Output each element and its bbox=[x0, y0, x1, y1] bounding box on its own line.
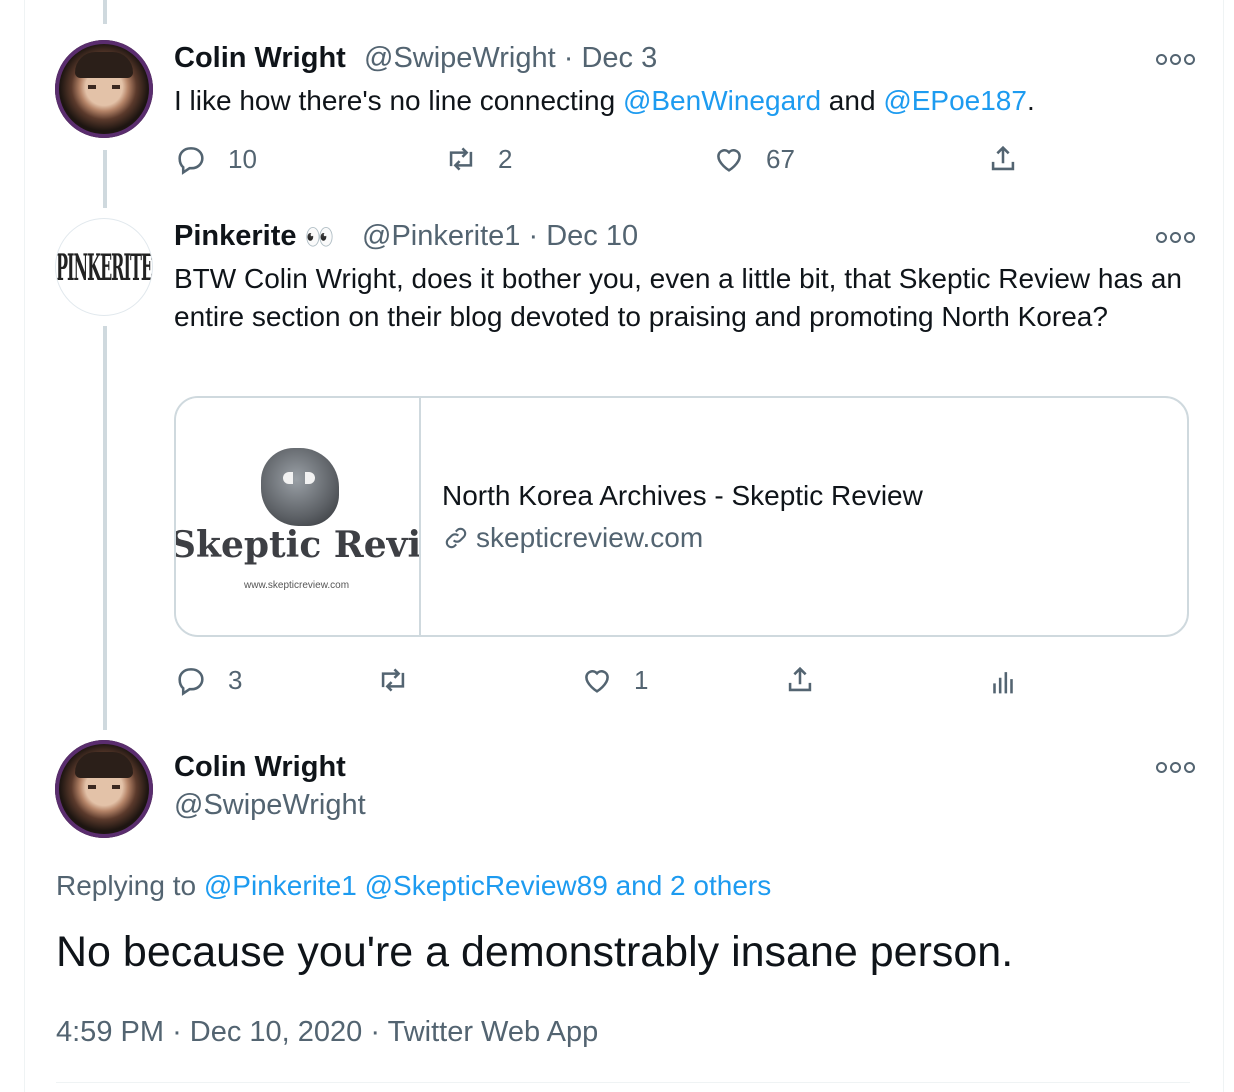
replying-to: Replying to @Pinkerite1 @SkepticReview89… bbox=[56, 870, 771, 902]
tweet1-separator: · bbox=[563, 42, 574, 74]
thread-line-top bbox=[103, 0, 107, 24]
tweet1-handle[interactable]: @SwipeWright · Dec 3 bbox=[364, 42, 657, 75]
tweet2-name-text[interactable]: Pinkerite bbox=[174, 220, 297, 252]
retweet-icon bbox=[449, 147, 473, 171]
replying-to-mentions[interactable]: @Pinkerite1 @SkepticReview89 and 2 other… bbox=[204, 870, 771, 901]
tweet2-handle[interactable]: @Pinkerite1 · Dec 10 bbox=[362, 220, 638, 253]
mention-benwinegard[interactable]: @BenWinegard bbox=[623, 85, 821, 116]
tweet1-retweet-count: 2 bbox=[498, 143, 513, 174]
tweet1-retweet-button[interactable]: 2 bbox=[444, 139, 512, 179]
avatar-main-colin-wright[interactable] bbox=[55, 740, 153, 838]
tweet1-reply-button[interactable]: 10 bbox=[174, 139, 257, 179]
tweet1-author-name[interactable]: Colin Wright bbox=[174, 42, 346, 75]
tweet1-reply-count: 10 bbox=[228, 143, 257, 174]
tweet1-text-part: . bbox=[1026, 85, 1035, 116]
avatar-eyes bbox=[88, 85, 120, 89]
main-time[interactable]: 4:59 PM bbox=[56, 1016, 164, 1048]
share-icon bbox=[788, 666, 812, 692]
meta-separator: · bbox=[172, 1016, 182, 1048]
replying-to-label: Replying to bbox=[56, 870, 204, 901]
tweet1-text-part: and bbox=[821, 85, 884, 116]
mention-epoe187[interactable]: @EPoe187 bbox=[883, 85, 1027, 116]
tweet2-like-button[interactable]: 1 bbox=[580, 660, 648, 700]
avatar-hair bbox=[75, 752, 133, 778]
tweet1-like-count: 67 bbox=[766, 143, 795, 174]
heart-icon bbox=[717, 149, 741, 172]
main-tweet-text: No because you're a demonstrably insane … bbox=[56, 928, 1014, 976]
tweet2-reply-button[interactable]: 3 bbox=[174, 660, 242, 700]
tweet2-retweet-button[interactable] bbox=[376, 660, 430, 700]
tweet1-date[interactable]: Dec 3 bbox=[581, 42, 657, 74]
eyes-emoji-icon: 👀 bbox=[304, 224, 335, 251]
tweet2-analytics-button[interactable] bbox=[986, 662, 1020, 702]
link-card-domain-text: skepticreview.com bbox=[476, 522, 704, 553]
tweet1-share-button[interactable] bbox=[986, 139, 1020, 179]
reply-icon bbox=[178, 668, 204, 696]
card-image-url: www.skepticreview.com bbox=[244, 580, 350, 591]
main-more-icon[interactable] bbox=[1156, 762, 1195, 773]
reply-icon bbox=[178, 147, 204, 175]
tweet2-reply-count: 3 bbox=[228, 664, 243, 695]
avatar-pinkerite[interactable]: PINKERITE bbox=[55, 218, 153, 316]
share-icon bbox=[991, 145, 1015, 171]
link-card[interactable]: Skeptic Review www.skepticreview.com Nor… bbox=[174, 396, 1189, 637]
card-image-brand: Skeptic Review bbox=[176, 524, 421, 566]
tweet1-text-part: I like how there's no line connecting bbox=[174, 85, 623, 116]
avatar-logo-text: PINKERITE bbox=[55, 245, 153, 289]
tweet2-separator: · bbox=[528, 220, 539, 252]
link-icon bbox=[445, 527, 467, 549]
meta-separator: · bbox=[370, 1016, 381, 1048]
avatar-colin-wright[interactable] bbox=[55, 40, 153, 138]
tweet2-handle-text[interactable]: @Pinkerite1 bbox=[362, 220, 520, 252]
owl-logo-icon bbox=[261, 448, 339, 526]
main-source[interactable]: Twitter Web App bbox=[388, 1016, 599, 1048]
divider bbox=[56, 1082, 1190, 1083]
tweet1-handle-text[interactable]: @SwipeWright bbox=[364, 42, 556, 74]
link-card-title: North Korea Archives - Skeptic Review bbox=[442, 480, 923, 511]
avatar-hair bbox=[75, 52, 133, 78]
thread-line-1 bbox=[103, 150, 107, 208]
tweet1-more-icon[interactable] bbox=[1156, 54, 1195, 65]
analytics-icon bbox=[993, 672, 1013, 694]
main-date[interactable]: Dec 10, 2020 bbox=[190, 1016, 363, 1048]
main-author-name[interactable]: Colin Wright bbox=[174, 751, 346, 784]
tweet2-text: BTW Colin Wright, does it bother you, ev… bbox=[174, 263, 1182, 332]
tweet2-like-count: 1 bbox=[634, 664, 649, 695]
avatar-eyes bbox=[88, 785, 120, 789]
thread-line-2 bbox=[103, 326, 107, 730]
tweet2-more-icon[interactable] bbox=[1156, 232, 1195, 243]
retweet-icon bbox=[381, 668, 405, 692]
heart-icon bbox=[585, 670, 609, 693]
tweet1-text: I like how there's no line connecting @B… bbox=[174, 82, 1035, 120]
main-tweet-meta: 4:59 PM · Dec 10, 2020 · Twitter Web App bbox=[56, 1016, 598, 1049]
tweet2-date[interactable]: Dec 10 bbox=[546, 220, 638, 252]
tweet2-share-button[interactable] bbox=[783, 660, 817, 700]
tweet2-author-name[interactable]: Pinkerite 👀 bbox=[174, 220, 334, 253]
tweet1-like-button[interactable]: 67 bbox=[712, 139, 795, 179]
link-card-image: Skeptic Review www.skepticreview.com bbox=[176, 398, 421, 635]
link-card-domain: skepticreview.com bbox=[442, 522, 703, 554]
main-handle[interactable]: @SwipeWright bbox=[174, 789, 366, 822]
